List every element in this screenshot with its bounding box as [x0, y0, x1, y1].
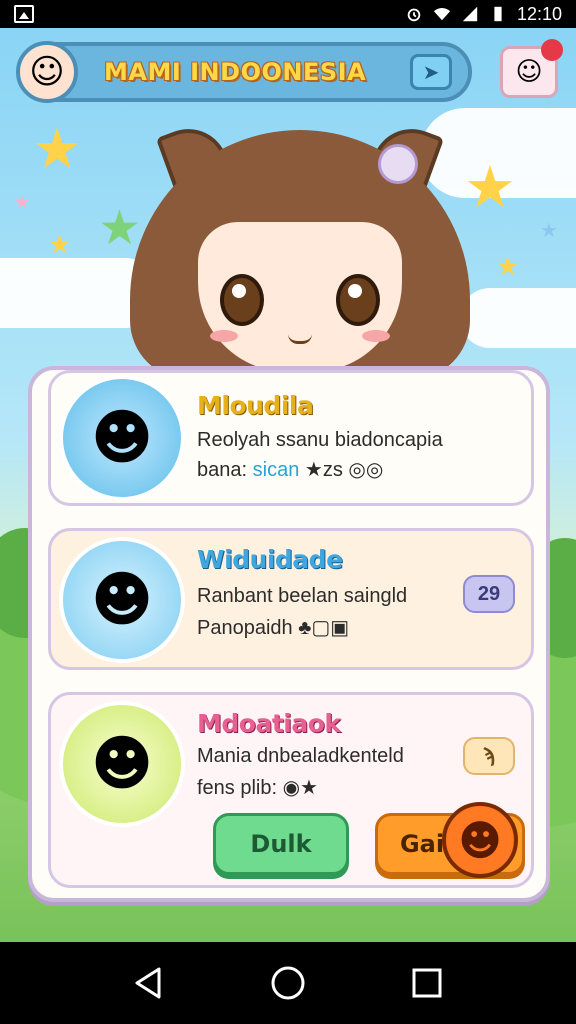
- alarm-icon: [407, 8, 421, 22]
- share-icon: ➤: [422, 60, 440, 84]
- character-avatar: ☻: [59, 537, 185, 663]
- home-button[interactable]: [268, 963, 308, 1003]
- back-icon: [135, 967, 161, 999]
- hair-flower-icon: [378, 144, 418, 184]
- recents-button[interactable]: [407, 963, 447, 1003]
- star-icon: ★: [32, 117, 83, 182]
- wifi-icon: [433, 8, 451, 21]
- star-icon: ★: [14, 192, 31, 213]
- clock: 12:10: [516, 3, 562, 24]
- character-avatar: ☻: [59, 701, 185, 827]
- share-button[interactable]: ➤: [410, 54, 452, 90]
- character-name: Mloudila: [197, 391, 314, 420]
- character-name: Widuidade: [197, 545, 343, 574]
- cloud: [460, 288, 576, 348]
- stats-icons: ★zs ◎◎: [304, 459, 384, 481]
- gallery-notification-icon: [14, 5, 34, 23]
- character-stats: bana: sican ★zs ◎◎: [197, 457, 383, 482]
- star-icon: ★: [496, 252, 520, 282]
- profile-button[interactable]: ☺: [500, 39, 563, 98]
- dulk-button[interactable]: Dulk: [213, 813, 349, 875]
- level-badge[interactable]: 29: [463, 575, 515, 613]
- star-icon: ★: [464, 153, 516, 221]
- signal-icon: [462, 6, 478, 22]
- battery-icon: [494, 6, 502, 22]
- mascot-eye: [336, 274, 380, 326]
- smiley-icon[interactable]: ☻: [442, 802, 518, 878]
- character-description: Mania dnbealadkenteld: [197, 745, 404, 767]
- app-header: ☺ MAMI INDOONESIA ➤: [16, 41, 472, 103]
- mascot-blush: [210, 330, 238, 342]
- home-icon: [271, 966, 305, 1000]
- status-right: 12:10: [405, 4, 562, 25]
- system-nav-bar: [0, 942, 576, 1024]
- character-card[interactable]: ☻ Widuidade Ranbant beelan saingld Panop…: [48, 528, 534, 670]
- back-button[interactable]: [129, 963, 169, 1003]
- status-bar: 12:10: [0, 0, 576, 28]
- recents-icon: [412, 968, 442, 998]
- character-avatar: ☻: [59, 375, 185, 501]
- mascot-blush: [362, 330, 390, 342]
- character-description: Ranbant beelan saingld: [197, 585, 408, 607]
- character-name: Mdoatiaok: [197, 709, 341, 738]
- mascot-face: [198, 222, 402, 372]
- star-icon: ★: [48, 230, 72, 260]
- character-stats: fens plib: ◉★: [197, 777, 318, 799]
- user-avatar[interactable]: ☺: [16, 41, 78, 103]
- character-stats: Panopaidh ♣▢▣: [197, 617, 350, 639]
- flower-icon: [541, 39, 563, 61]
- character-card[interactable]: ☻ Mloudila Reolyah ssanu biadoncapia ban…: [48, 370, 534, 506]
- face-icon: ☺: [515, 57, 543, 87]
- mascot-character: [130, 110, 470, 380]
- mascot-eye: [220, 274, 264, 326]
- character-description: Reolyah ssanu biadoncapia: [197, 429, 443, 451]
- stats-highlight: sican: [252, 459, 300, 481]
- star-icon: ★: [540, 218, 558, 242]
- mascot-mouth: [288, 334, 312, 344]
- app-title: MAMI INDOONESIA: [104, 58, 367, 86]
- stats-label: bana:: [197, 459, 248, 481]
- level-badge[interactable]: ϡ: [463, 737, 515, 775]
